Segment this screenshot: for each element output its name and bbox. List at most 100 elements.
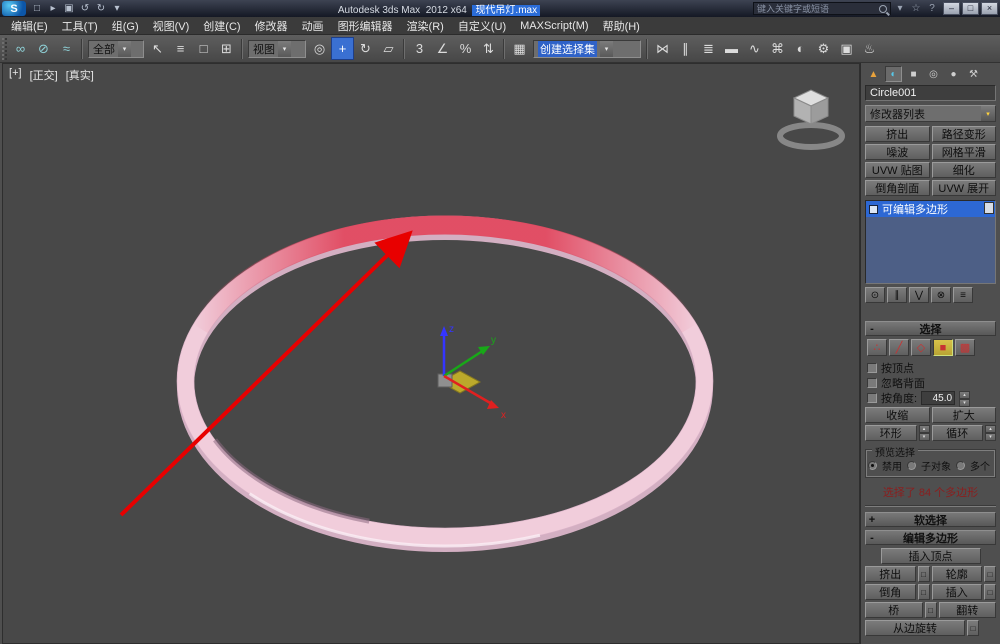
undo-icon[interactable]: ↺ xyxy=(77,1,93,16)
create-tab-icon[interactable]: ▲ xyxy=(865,66,882,82)
preview-disabled-radio[interactable] xyxy=(868,461,877,470)
favorites-star-icon[interactable]: ☆ xyxy=(909,2,923,16)
angle-value-field[interactable]: 45.0 xyxy=(921,391,956,405)
preview-multiple-radio[interactable] xyxy=(956,461,965,470)
meshsmooth-modifier-button[interactable]: 网格平滑 xyxy=(931,144,996,160)
chevron-down-icon[interactable]: ▾ xyxy=(600,40,613,57)
uvw-map-modifier-button[interactable]: UVW 贴图 xyxy=(865,162,930,178)
object-name-field[interactable]: Circle001 xyxy=(865,85,996,101)
menu-maxscript[interactable]: MAXScript(M) xyxy=(513,19,595,33)
pin-stack-icon[interactable]: ⊙ xyxy=(865,287,885,303)
align-icon[interactable]: ∥ xyxy=(674,37,697,60)
menu-modifiers[interactable]: 修改器 xyxy=(248,17,295,35)
spinner-up-icon[interactable]: ▴ xyxy=(959,391,971,399)
menu-create[interactable]: 创建(C) xyxy=(196,17,247,35)
grow-button[interactable]: 扩大 xyxy=(931,407,996,423)
modifier-list-dropdown[interactable]: 修改器列表 ▾ xyxy=(865,105,996,122)
ignore-backfacing-checkbox[interactable] xyxy=(867,378,877,388)
spinner-down-icon[interactable]: ▾ xyxy=(918,433,930,441)
remove-modifier-icon[interactable]: ⊗ xyxy=(931,287,951,303)
menu-edit[interactable]: 编辑(E) xyxy=(4,17,55,35)
show-end-result-icon[interactable]: ∥ xyxy=(887,287,907,303)
viewport-pov-menu[interactable]: [正交] xyxy=(30,67,58,83)
inset-settings-button[interactable]: □ xyxy=(984,584,996,600)
menu-customize[interactable]: 自定义(U) xyxy=(451,17,513,35)
configure-modifier-sets-icon[interactable]: ≡ xyxy=(953,287,973,303)
ring-button[interactable]: 环形 xyxy=(865,425,917,441)
render-production-icon[interactable]: ♨ xyxy=(858,37,881,60)
open-file-icon[interactable]: ▸ xyxy=(45,1,61,16)
bind-to-spacewarp-icon[interactable]: ≈ xyxy=(55,37,78,60)
perspective-viewport[interactable]: [+] [正交] [真实] z y x xyxy=(2,63,860,644)
selection-filter-dropdown[interactable]: 全部 ▾ xyxy=(88,39,144,58)
chevron-down-icon[interactable]: ▾ xyxy=(278,40,291,57)
menu-tools[interactable]: 工具(T) xyxy=(55,17,105,35)
unlink-selection-icon[interactable]: ⊘ xyxy=(32,37,55,60)
help-icon[interactable]: ? xyxy=(925,2,939,16)
menu-graph-editors[interactable]: 图形编辑器 xyxy=(331,17,400,35)
save-file-icon[interactable]: ▣ xyxy=(61,1,77,16)
infocenter-search-input[interactable]: 键入关键字或短语 xyxy=(753,2,891,15)
select-by-name-icon[interactable]: ≡ xyxy=(169,37,192,60)
named-selection-sets-dropdown[interactable]: 创建选择集 ▾ xyxy=(533,39,641,58)
select-and-move-icon[interactable]: + xyxy=(331,37,354,60)
app-logo-icon[interactable]: S xyxy=(2,1,26,16)
by-angle-checkbox[interactable] xyxy=(867,393,877,403)
close-button[interactable]: × xyxy=(981,2,998,15)
make-unique-icon[interactable]: ⋁ xyxy=(909,287,929,303)
maximize-button[interactable]: □ xyxy=(962,2,979,15)
viewport-general-menu[interactable]: [+] xyxy=(9,67,22,83)
rotate-from-edge-settings-button[interactable]: □ xyxy=(967,620,979,636)
viewport-canvas[interactable]: z y x xyxy=(3,64,860,643)
path-deform-modifier-button[interactable]: 路径变形 xyxy=(931,126,996,142)
viewport-shading-menu[interactable]: [真实] xyxy=(66,67,94,83)
element-subobject-icon[interactable]: ▩ xyxy=(955,339,975,356)
redo-icon[interactable]: ↻ xyxy=(93,1,109,16)
outline-settings-button[interactable]: □ xyxy=(984,566,996,582)
quick-access-dropdown-icon[interactable]: ▾ xyxy=(109,1,125,16)
selection-region-icon[interactable]: □ xyxy=(192,37,215,60)
bevel-profile-modifier-button[interactable]: 倒角剖面 xyxy=(865,180,930,196)
use-pivot-center-icon[interactable]: ◎ xyxy=(308,37,331,60)
bevel-settings-button[interactable]: □ xyxy=(917,584,930,600)
graphite-ribbon-icon[interactable]: ▬ xyxy=(720,37,743,60)
polygon-subobject-icon[interactable]: ■ xyxy=(933,339,953,356)
outline-button[interactable]: 轮廓 xyxy=(931,566,982,582)
search-icon[interactable] xyxy=(879,4,887,13)
menu-rendering[interactable]: 渲染(R) xyxy=(400,17,451,35)
minimize-button[interactable]: – xyxy=(943,2,960,15)
toolbar-grip[interactable] xyxy=(2,37,7,60)
select-and-scale-icon[interactable]: ▱ xyxy=(377,37,400,60)
curve-editor-icon[interactable]: ∿ xyxy=(743,37,766,60)
bridge-button[interactable]: 桥 xyxy=(865,602,923,618)
hierarchy-tab-icon[interactable]: ■ xyxy=(905,66,922,82)
vertex-subobject-icon[interactable]: ∴ xyxy=(867,339,887,356)
edit-polygons-rollout-header[interactable]: - 编辑多边形 xyxy=(865,530,996,545)
flip-button[interactable]: 翻转 xyxy=(938,602,996,618)
bridge-settings-button[interactable]: □ xyxy=(924,602,937,618)
tessellate-modifier-button[interactable]: 细化 xyxy=(931,162,996,178)
snap-toggle-3d-icon[interactable]: 3 xyxy=(408,37,431,60)
chevron-down-icon[interactable]: ▾ xyxy=(981,106,995,121)
ring-spinner[interactable]: ▴ ▾ xyxy=(918,425,930,441)
layer-manager-icon[interactable]: ≣ xyxy=(697,37,720,60)
spinner-up-icon[interactable]: ▴ xyxy=(985,425,996,433)
stack-scroll-thumb[interactable] xyxy=(984,202,994,214)
modify-tab-icon[interactable]: ◐ xyxy=(885,66,902,82)
stack-item-editable-poly[interactable]: 可编辑多边形 xyxy=(866,201,995,217)
extrude-button[interactable]: 挤出 xyxy=(865,566,916,582)
modifier-stack[interactable]: 可编辑多边形 xyxy=(865,200,996,284)
select-object-icon[interactable]: ↖ xyxy=(146,37,169,60)
unwrap-uvw-modifier-button[interactable]: UVW 展开 xyxy=(931,180,996,196)
rendered-frame-icon[interactable]: ▣ xyxy=(835,37,858,60)
display-tab-icon[interactable]: ● xyxy=(945,66,962,82)
percent-snap-icon[interactable]: % xyxy=(454,37,477,60)
motion-tab-icon[interactable]: ◎ xyxy=(925,66,942,82)
spinner-down-icon[interactable]: ▾ xyxy=(985,433,996,441)
expand-icon[interactable]: + xyxy=(866,514,878,526)
border-subobject-icon[interactable]: ◇ xyxy=(911,339,931,356)
material-editor-icon[interactable]: ◐ xyxy=(789,37,812,60)
shrink-button[interactable]: 收缩 xyxy=(865,407,930,423)
reference-coordinate-dropdown[interactable]: 视图 ▾ xyxy=(248,39,306,58)
edge-subobject-icon[interactable]: ╱ xyxy=(889,339,909,356)
